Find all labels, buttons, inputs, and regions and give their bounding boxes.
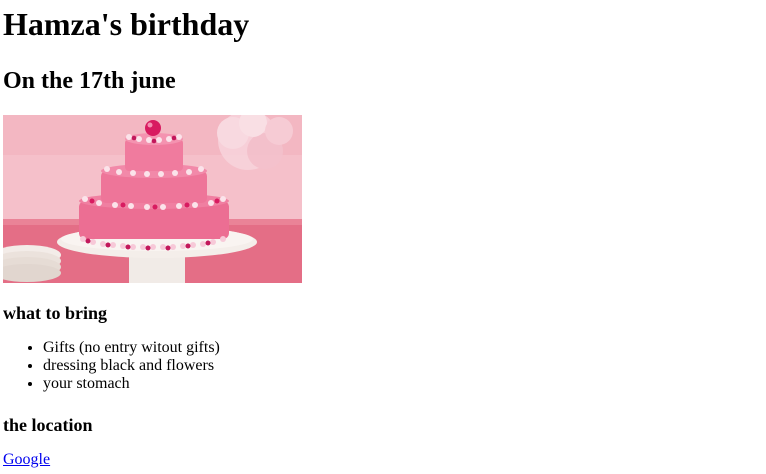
list-item: your stomach <box>43 375 763 393</box>
location-heading: the location <box>3 415 93 435</box>
google-link[interactable]: Google <box>3 451 50 469</box>
bring-list: Gifts (no entry witout gifts) dressing b… <box>3 339 763 393</box>
page-title: Hamza's birthday <box>3 6 250 42</box>
what-to-bring-heading: what to bring <box>3 303 108 323</box>
page: Hamza's birthday On the 17th june what t… <box>0 0 766 469</box>
page-subtitle: On the 17th june <box>3 68 176 94</box>
birthday-cake-image <box>3 115 302 283</box>
list-item: Gifts (no entry witout gifts) <box>43 339 763 357</box>
list-item: dressing black and flowers <box>43 357 763 375</box>
